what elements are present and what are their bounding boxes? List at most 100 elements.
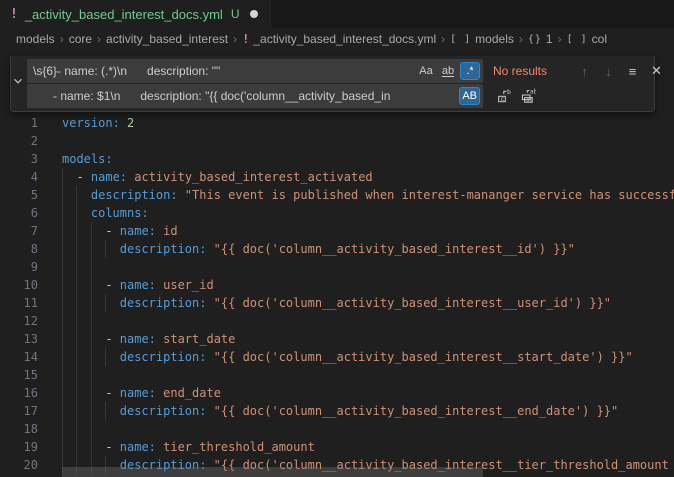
indent-guide: [91, 222, 105, 240]
regex-toggle[interactable]: .*: [460, 62, 480, 80]
tab-activity-based-interest-docs[interactable]: ! _activity_based_interest_docs.yml U: [0, 0, 271, 28]
line-number[interactable]: 14: [0, 348, 38, 366]
horizontal-scrollbar[interactable]: [62, 467, 483, 477]
replace-button[interactable]: b c: [493, 86, 514, 107]
code-line[interactable]: 12: [0, 312, 674, 330]
code-line[interactable]: 7- name: id: [0, 222, 674, 240]
line-number[interactable]: 16: [0, 384, 38, 402]
code-token: description:: [120, 242, 207, 256]
whole-word-toggle[interactable]: ab: [438, 62, 458, 80]
code-line[interactable]: 13 - name: start_date: [0, 330, 674, 348]
match-case-toggle[interactable]: Aa: [416, 62, 436, 80]
code-line[interactable]: 17description: "{{ doc('column__activity…: [0, 402, 674, 420]
find-status: No results: [493, 64, 571, 78]
line-number[interactable]: 19: [0, 438, 38, 456]
line-number[interactable]: 11: [0, 294, 38, 312]
code-line[interactable]: 14description: "{{ doc('column__activity…: [0, 348, 674, 366]
code-editor[interactable]: 1 version: 2 23 models: 4 - name: activity_ba…: [0, 50, 674, 477]
code-line[interactable]: 6columns:: [0, 204, 674, 222]
breadcrumb-item-1[interactable]: {}1: [528, 32, 553, 46]
yaml-file-icon: !: [242, 32, 249, 46]
svg-text:b: b: [507, 88, 511, 96]
line-number[interactable]: 1: [0, 114, 38, 132]
indent-guide: [62, 384, 76, 402]
code-line[interactable]: 18: [0, 420, 674, 438]
indent-guide: [62, 258, 76, 276]
line-number[interactable]: 6: [0, 204, 38, 222]
find-previous-button[interactable]: ↑: [574, 61, 595, 82]
line-number[interactable]: 12: [0, 312, 38, 330]
line-number[interactable]: 9: [0, 258, 38, 276]
code-line[interactable]: 11description: "{{ doc('column__activity…: [0, 294, 674, 312]
breadcrumb-item--activity-based-interest-docs-yml[interactable]: !_activity_based_interest_docs.yml: [242, 32, 436, 46]
svg-text:ac: ac: [526, 97, 533, 103]
modified-indicator-icon[interactable]: [250, 10, 258, 18]
line-number[interactable]: 13: [0, 330, 38, 348]
code-token: name:: [120, 332, 156, 346]
toggle-replace-button[interactable]: [11, 56, 25, 111]
replace-all-button[interactable]: ab ac: [517, 86, 538, 107]
code-line-text: - name: activity_based_interest_activate…: [62, 168, 373, 186]
line-number[interactable]: 3: [0, 150, 38, 168]
code-token: activity_based_interest_activated: [127, 170, 373, 184]
breadcrumb-item-activity-based-interest[interactable]: activity_based_interest: [106, 32, 228, 46]
line-number[interactable]: 17: [0, 402, 38, 420]
line-number[interactable]: 20: [0, 456, 38, 474]
code-token: -: [105, 440, 119, 454]
replace-input[interactable]: [33, 89, 457, 103]
code-line[interactable]: 4 - name: activity_based_interest_activat…: [0, 168, 674, 186]
code-token: models:: [62, 152, 113, 166]
breadcrumb-item-col[interactable]: [ ]col: [567, 32, 607, 46]
breadcrumb-label: activity_based_interest: [106, 32, 228, 46]
indent-guide: [76, 330, 90, 348]
indent-guide: [76, 204, 90, 222]
indent-guide: [62, 420, 76, 438]
code-line-text: - name: start_date: [62, 330, 235, 348]
line-number[interactable]: 4: [0, 168, 38, 186]
find-input[interactable]: [33, 64, 414, 78]
code-line[interactable]: 8description: "{{ doc('column__activity_…: [0, 240, 674, 258]
breadcrumb-item-core[interactable]: core: [69, 32, 92, 46]
indent-guide: [62, 438, 76, 456]
preserve-case-toggle[interactable]: AB: [459, 87, 480, 105]
code-token: description:: [120, 296, 207, 310]
indent-guide: [76, 420, 90, 438]
line-number[interactable]: 7: [0, 222, 38, 240]
line-number[interactable]: 10: [0, 276, 38, 294]
line-number[interactable]: 15: [0, 366, 38, 384]
code-token: name:: [120, 278, 156, 292]
breadcrumb-label: 1: [546, 32, 553, 46]
indent-guide: [91, 240, 105, 258]
code-line[interactable]: 16- name: end_date: [0, 384, 674, 402]
tab-filename: _activity_based_interest_docs.yml: [25, 7, 223, 22]
symbol-array-icon: [ ]: [567, 34, 588, 45]
line-number[interactable]: 8: [0, 240, 38, 258]
code-line[interactable]: 1 version: 2: [0, 114, 674, 132]
find-row: Aa ab .* No results ↑ ↓ ≡ ✕: [27, 59, 667, 83]
code-line[interactable]: 3 models:: [0, 150, 674, 168]
code-line-text: [62, 258, 105, 276]
indent-guide: [76, 258, 90, 276]
indent-guide: [62, 186, 76, 204]
code-line[interactable]: 15: [0, 366, 674, 384]
line-number[interactable]: 18: [0, 420, 38, 438]
indent-guide: [62, 276, 76, 294]
indent-guide: [105, 402, 119, 420]
code-line[interactable]: 5description: "This event is published w…: [0, 186, 674, 204]
breadcrumb-item-models[interactable]: [ ]models: [450, 32, 514, 46]
line-number[interactable]: 2: [0, 132, 38, 150]
code-line[interactable]: 9: [0, 258, 674, 276]
code-line[interactable]: 10- name: user_id: [0, 276, 674, 294]
code-line[interactable]: 2: [0, 132, 674, 150]
indent-guide: [62, 312, 76, 330]
indent-guide: [76, 438, 90, 456]
close-find-widget-button[interactable]: ✕: [646, 61, 667, 82]
breadcrumb-separator-icon: ›: [519, 32, 523, 46]
breadcrumb-item-models[interactable]: models: [16, 32, 55, 46]
find-next-button[interactable]: ↓: [598, 61, 619, 82]
code-token: version:: [62, 116, 120, 130]
line-number[interactable]: 5: [0, 186, 38, 204]
code-line-text: version: 2: [62, 114, 134, 132]
code-line[interactable]: 19- name: tier_threshold_amount: [0, 438, 674, 456]
find-in-selection-button[interactable]: ≡: [622, 61, 643, 82]
